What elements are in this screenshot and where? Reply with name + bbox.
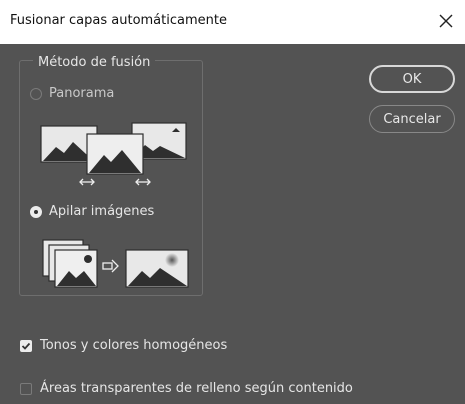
blend-method-legend: Método de fusión: [33, 55, 156, 70]
homogeneous-tones-checkbox[interactable]: [20, 339, 32, 352]
panorama-label: Panorama: [49, 86, 115, 101]
cancel-button[interactable]: Cancelar: [369, 105, 455, 133]
ok-button[interactable]: OK: [369, 65, 455, 93]
window-title: Fusionar capas automáticamente: [10, 13, 227, 28]
content-aware-fill-checkbox[interactable]: [20, 382, 32, 395]
panorama-option[interactable]: Panorama: [30, 86, 114, 101]
dialog-content: Método de fusión Panorama Apilar imágene…: [0, 44, 465, 404]
checkmark-icon: [21, 342, 31, 350]
content-aware-fill-label: Áreas transparentes de relleno según con…: [40, 381, 353, 396]
stack-images-radio[interactable]: [30, 205, 42, 218]
stack-images-option[interactable]: Apilar imágenes: [30, 204, 154, 219]
close-icon[interactable]: [433, 8, 459, 34]
stack-images-label: Apilar imágenes: [49, 204, 155, 219]
titlebar: Fusionar capas automáticamente: [0, 0, 465, 44]
close-icon-glyph: [439, 14, 453, 28]
stack-images-illustration: [42, 239, 189, 288]
content-aware-fill-option[interactable]: Áreas transparentes de relleno según con…: [20, 381, 353, 396]
homogeneous-tones-label: Tonos y colores homogéneos: [40, 338, 228, 353]
panorama-illustration: [40, 122, 187, 186]
panorama-radio[interactable]: [30, 87, 42, 100]
homogeneous-tones-option[interactable]: Tonos y colores homogéneos: [20, 338, 227, 353]
